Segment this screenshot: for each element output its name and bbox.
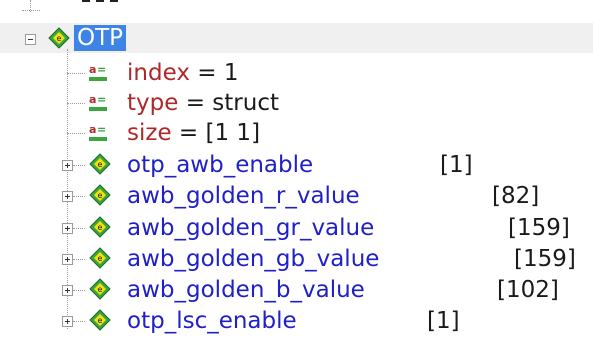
- expand-toggle[interactable]: [62, 316, 73, 327]
- tree-node-value: [159]: [514, 246, 576, 272]
- struct-icon: e: [89, 216, 111, 238]
- tree-node-label[interactable]: otp_awb_enable: [127, 151, 313, 179]
- svg-text:e: e: [98, 316, 103, 325]
- tree-row-child[interactable]: e awb_golden_gr_value [159]: [0, 213, 593, 243]
- tree-node-value: [1]: [440, 152, 473, 178]
- tree-node-value: [82]: [492, 183, 540, 209]
- tree-node-label[interactable]: awb_golden_gr_value: [127, 214, 374, 242]
- svg-text:a: a: [89, 63, 96, 76]
- svg-text:e: e: [98, 254, 103, 263]
- tree-node-label[interactable]: awb_golden_b_value: [127, 276, 365, 304]
- expand-toggle[interactable]: [62, 223, 73, 234]
- tree-row-child[interactable]: e awb_golden_b_value [102]: [0, 275, 593, 305]
- variable-tree: e OTP a = index = 1 a = type = struct a …: [0, 0, 593, 340]
- expand-toggle[interactable]: [62, 285, 73, 296]
- field-label: size = [1 1]: [127, 120, 261, 146]
- tree-row-child[interactable]: e awb_golden_gb_value [159]: [0, 244, 593, 274]
- svg-text:e: e: [98, 285, 103, 294]
- tree-row-otp[interactable]: e OTP: [0, 23, 593, 53]
- svg-text:a: a: [89, 123, 96, 136]
- svg-text:=: =: [97, 93, 106, 106]
- expand-toggle[interactable]: [62, 254, 73, 265]
- struct-icon: e: [89, 278, 111, 300]
- svg-text:e: e: [98, 223, 103, 232]
- tree-row-field[interactable]: a = index = 1: [0, 58, 593, 88]
- struct-icon: e: [89, 184, 111, 206]
- partial-row-above: [52, 0, 122, 2]
- svg-text:e: e: [98, 191, 103, 200]
- field-icon: a =: [87, 92, 109, 114]
- tree-node-label[interactable]: OTP: [74, 25, 127, 51]
- tree-row-child[interactable]: e otp_awb_enable [1]: [0, 150, 593, 180]
- struct-icon: e: [48, 27, 70, 49]
- tree-node-value: [102]: [497, 277, 559, 303]
- tree-guide-line: [22, 10, 40, 11]
- struct-icon: e: [89, 247, 111, 269]
- expand-toggle[interactable]: [62, 191, 73, 202]
- tree-node-label[interactable]: otp_lsc_enable: [127, 307, 297, 335]
- tree-node-value: [1]: [427, 308, 460, 334]
- field-label: type = struct: [127, 90, 279, 116]
- tree-row-child[interactable]: e otp_lsc_enable [1]: [0, 306, 593, 336]
- tree-row-child[interactable]: e awb_golden_r_value [82]: [0, 181, 593, 211]
- svg-text:e: e: [98, 160, 103, 169]
- svg-text:=: =: [97, 123, 106, 136]
- struct-icon: e: [89, 309, 111, 331]
- collapse-toggle[interactable]: [25, 34, 36, 45]
- svg-text:=: =: [97, 63, 106, 76]
- field-label: index = 1: [127, 60, 239, 86]
- field-icon: a =: [87, 62, 109, 84]
- expand-toggle[interactable]: [62, 160, 73, 171]
- field-icon: a =: [87, 122, 109, 144]
- svg-text:e: e: [57, 34, 62, 43]
- struct-icon: e: [89, 153, 111, 175]
- tree-node-label[interactable]: awb_golden_gb_value: [127, 245, 379, 273]
- svg-text:a: a: [89, 93, 96, 106]
- tree-row-field[interactable]: a = size = [1 1]: [0, 118, 593, 148]
- tree-node-label[interactable]: awb_golden_r_value: [127, 182, 360, 210]
- tree-node-value: [159]: [508, 215, 570, 241]
- tree-row-field[interactable]: a = type = struct: [0, 88, 593, 118]
